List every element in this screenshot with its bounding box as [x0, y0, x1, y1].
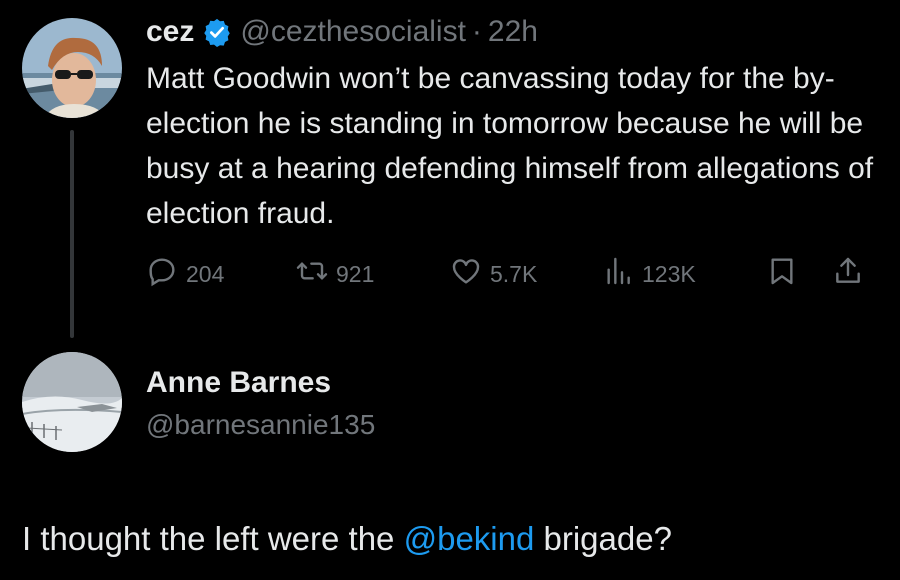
header-separator: ·: [471, 15, 482, 48]
author-avatar[interactable]: [22, 18, 122, 118]
tweet-header: cez @cezthesocialist · 22h: [146, 12, 538, 52]
views-button[interactable]: 123K: [602, 254, 696, 294]
views-chart-icon: [602, 255, 634, 293]
share-button[interactable]: [832, 254, 864, 294]
author-name[interactable]: cez: [146, 12, 194, 52]
reply-button[interactable]: 204: [146, 254, 224, 294]
reply-text-before: I thought the left were the: [22, 520, 404, 557]
reply-icon: [146, 255, 178, 293]
repost-icon: [296, 255, 328, 293]
share-icon: [832, 255, 864, 293]
verified-badge-icon: [202, 17, 232, 47]
reply-text-after: brigade?: [534, 520, 672, 557]
like-button[interactable]: 5.7K: [450, 254, 537, 294]
reply-author-name[interactable]: Anne Barnes: [146, 364, 331, 402]
bookmark-button[interactable]: [766, 254, 798, 294]
heart-icon: [450, 255, 482, 293]
reply-text: I thought the left were the @bekind brig…: [22, 518, 672, 560]
reply-author-handle[interactable]: @barnesannie135: [146, 406, 375, 444]
author-handle[interactable]: @cezthesocialist: [240, 12, 466, 52]
bookmark-icon: [766, 255, 798, 293]
repost-button[interactable]: 921: [296, 254, 374, 294]
tweet-text: Matt Goodwin won’t be canvassing today f…: [146, 62, 874, 230]
views-count: 123K: [642, 260, 696, 287]
tweet-action-bar: 204 921 5.7K 123K: [146, 254, 876, 294]
like-count: 5.7K: [490, 260, 538, 287]
reply-count: 204: [186, 260, 225, 287]
tweet-timestamp[interactable]: 22h: [488, 12, 538, 52]
mention-link[interactable]: @bekind: [404, 520, 535, 557]
thread-connector-line: [70, 130, 74, 338]
reply-author-avatar[interactable]: [22, 352, 122, 452]
repost-count: 921: [336, 260, 375, 287]
